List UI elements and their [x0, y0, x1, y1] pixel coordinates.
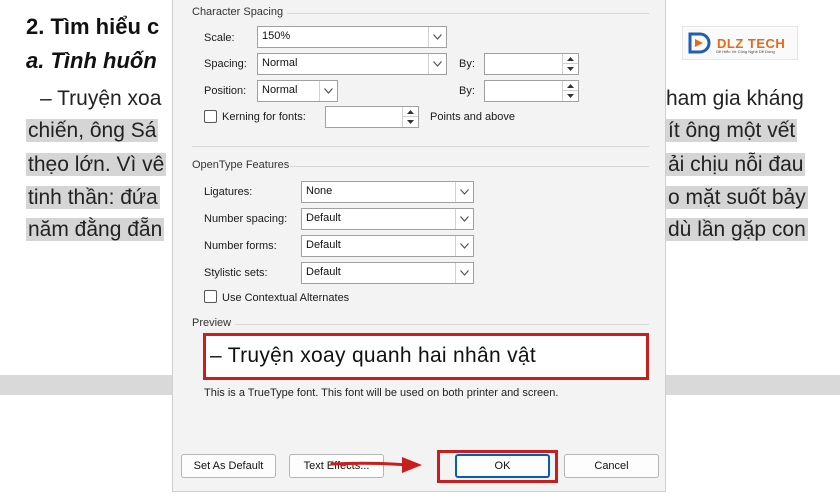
ok-button[interactable]: OK	[455, 454, 550, 478]
stylistic-sets-label: Stylistic sets:	[204, 267, 268, 279]
number-spacing-dropdown-chevron-icon[interactable]	[455, 209, 473, 229]
dlz-logo-icon	[688, 32, 711, 54]
position-label: Position:	[204, 85, 247, 97]
spacing-by-label: By:	[459, 58, 475, 70]
scale-combo[interactable]: 150%	[257, 26, 447, 48]
ligatures-label: Ligatures:	[204, 186, 253, 198]
spin-up-icon[interactable]	[563, 54, 578, 64]
spin-up-icon[interactable]	[563, 81, 578, 91]
number-spacing-value[interactable]: Default	[306, 212, 341, 224]
number-spacing-combo[interactable]: Default	[301, 208, 474, 230]
stylistic-sets-dropdown-chevron-icon[interactable]	[455, 263, 473, 283]
preview-divider	[235, 324, 649, 325]
spin-down-icon[interactable]	[403, 117, 418, 127]
scale-value[interactable]: 150%	[262, 30, 290, 42]
position-combo[interactable]: Normal	[257, 80, 338, 102]
document-line-right-2: ít ông một vết	[666, 119, 798, 142]
document-line-left-4: tinh thần: đứa	[26, 186, 160, 209]
spacing-by-spinner[interactable]	[484, 53, 579, 75]
document-line-right-3: ải chịu nỗi đau	[666, 153, 806, 176]
character-spacing-divider	[287, 13, 649, 14]
scale-label: Scale:	[204, 32, 235, 44]
document-line-left-2: chiến, ông Sá	[26, 119, 159, 142]
spin-up-icon[interactable]	[403, 107, 418, 117]
number-forms-dropdown-chevron-icon[interactable]	[455, 236, 473, 256]
spacing-dropdown-chevron-icon[interactable]	[428, 54, 446, 74]
document-line-right-5: dù lần gặp con	[666, 218, 808, 241]
spacing-value[interactable]: Normal	[262, 57, 297, 69]
position-by-spin-buttons[interactable]	[562, 81, 578, 101]
kerning-points-spinner[interactable]	[325, 106, 419, 128]
contextual-alternates-label[interactable]: Use Contextual Alternates	[222, 292, 349, 304]
document-subheading: a. Tình huốn	[26, 48, 157, 73]
preview-box: – Truyện xoay quanh hai nhân vật	[203, 333, 649, 380]
set-as-default-button[interactable]: Set As Default	[181, 454, 276, 478]
position-dropdown-chevron-icon[interactable]	[319, 81, 337, 101]
preview-title: Preview	[192, 317, 232, 329]
font-dialog: Character Spacing Scale: 150% Spacing: N…	[172, 0, 666, 492]
position-by-spinner[interactable]	[484, 80, 579, 102]
cancel-button[interactable]: Cancel	[564, 454, 659, 478]
ligatures-value[interactable]: None	[306, 185, 332, 197]
kerning-checkbox[interactable]	[204, 110, 217, 123]
spacing-label: Spacing:	[204, 58, 247, 70]
scale-dropdown-chevron-icon[interactable]	[428, 27, 446, 47]
stylistic-sets-value[interactable]: Default	[306, 266, 341, 278]
character-spacing-title: Character Spacing	[192, 6, 284, 18]
position-value[interactable]: Normal	[262, 84, 297, 96]
number-forms-label: Number forms:	[204, 240, 277, 252]
document-line-right-1: ham gia kháng	[666, 87, 804, 110]
preview-sample-text: – Truyện xoay quanh hai nhân vật	[210, 344, 536, 367]
spacing-combo[interactable]: Normal	[257, 53, 447, 75]
ligatures-dropdown-chevron-icon[interactable]	[455, 182, 473, 202]
position-by-label: By:	[459, 85, 475, 97]
kerning-spin-buttons[interactable]	[402, 107, 418, 127]
number-spacing-label: Number spacing:	[204, 213, 288, 225]
contextual-alternates-checkbox[interactable]	[204, 290, 217, 303]
number-forms-value[interactable]: Default	[306, 239, 341, 251]
truetype-note: This is a TrueType font. This font will …	[204, 387, 559, 399]
spin-down-icon[interactable]	[563, 91, 578, 101]
kerning-suffix-label: Points and above	[430, 111, 516, 123]
document-line-right-4: o mặt suốt bảy	[666, 186, 808, 209]
dlz-tech-logo: DLZ TECH Dễ Hiểu Về Công Nghệ Dễ Dùng	[682, 26, 798, 60]
stylistic-sets-combo[interactable]: Default	[301, 262, 474, 284]
number-forms-combo[interactable]: Default	[301, 235, 474, 257]
section-divider	[192, 146, 649, 147]
red-arrow-annotation-icon	[330, 457, 422, 473]
document-line-left-5: năm đằng đẵn	[26, 218, 165, 241]
spacing-by-spin-buttons[interactable]	[562, 54, 578, 74]
ligatures-combo[interactable]: None	[301, 181, 474, 203]
spin-down-icon[interactable]	[563, 64, 578, 74]
logo-subtext: Dễ Hiểu Về Công Nghệ Dễ Dùng	[716, 49, 775, 54]
kerning-label: Kerning for fonts:	[222, 111, 306, 123]
document-heading: 2. Tìm hiểu c	[26, 14, 160, 39]
document-line-left-1: – Truyện xoa	[40, 87, 162, 110]
document-line-left-3: thẹo lớn. Vì vê	[26, 153, 167, 176]
opentype-features-title: OpenType Features	[192, 159, 290, 171]
opentype-divider	[290, 166, 649, 167]
